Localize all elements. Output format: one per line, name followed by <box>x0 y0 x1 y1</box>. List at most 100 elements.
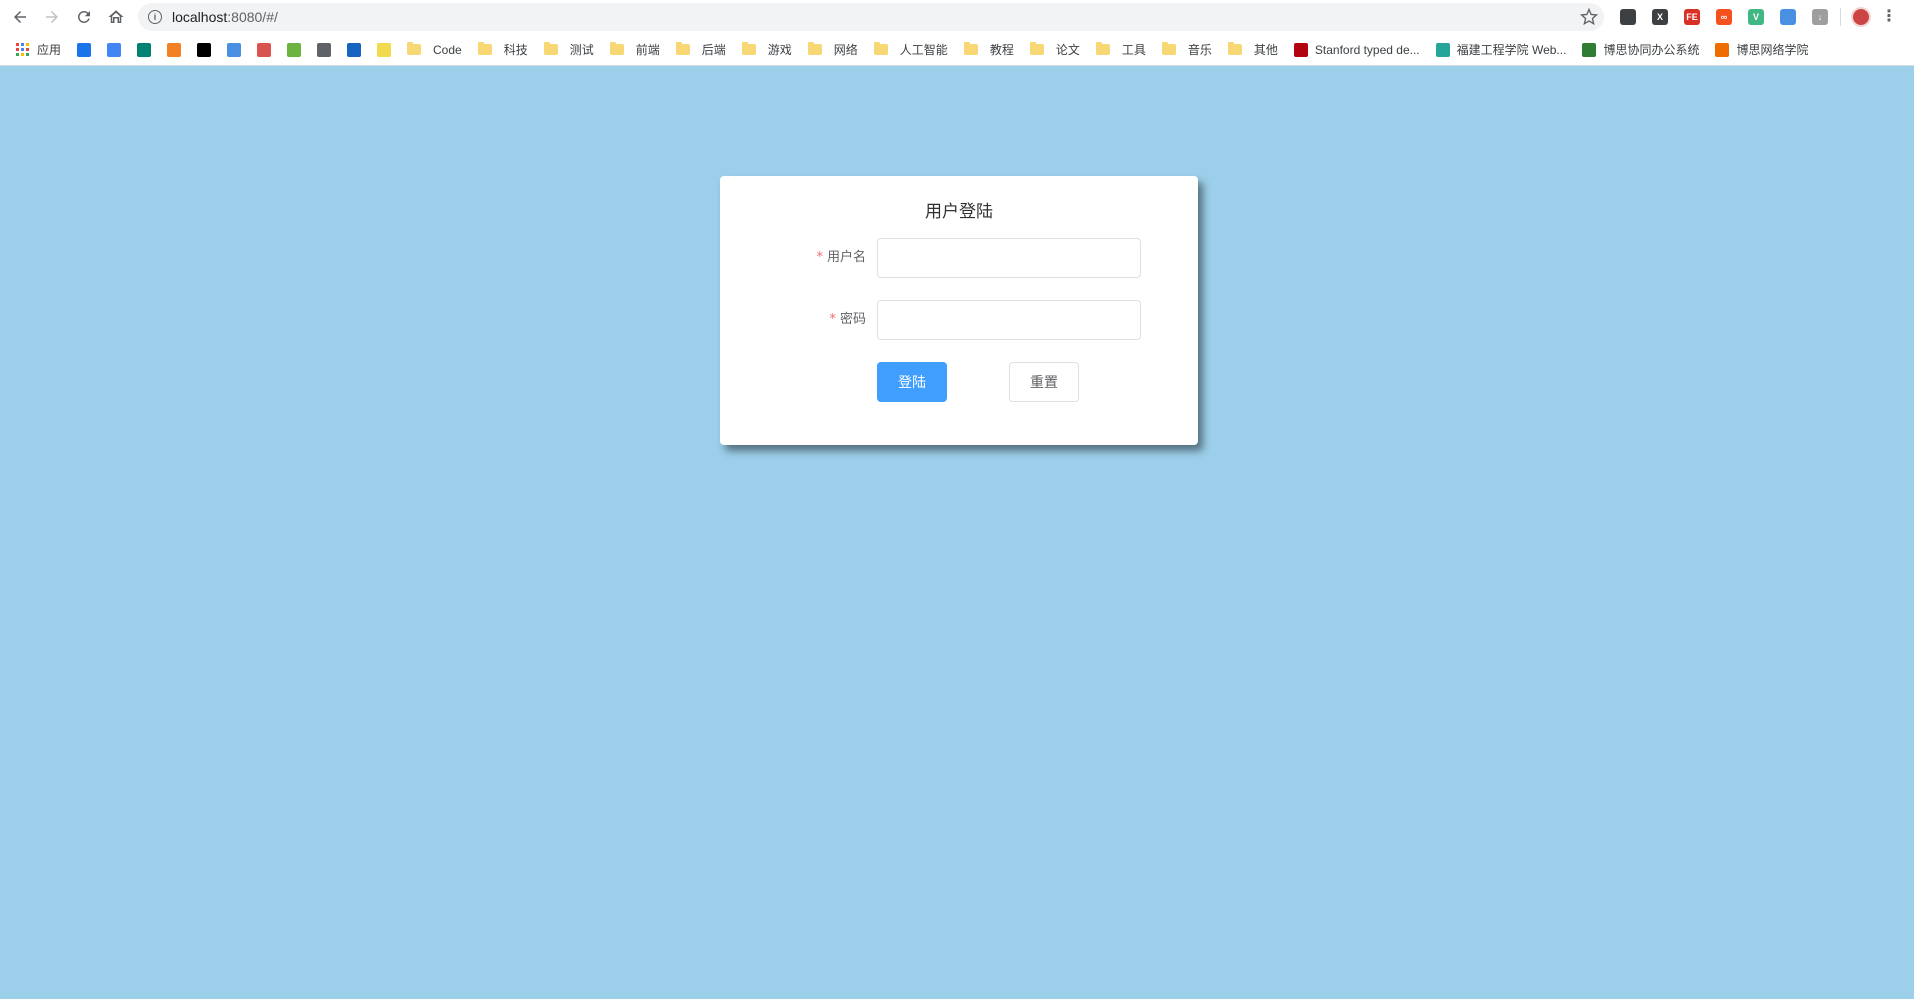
folder-icon <box>807 42 822 55</box>
username-form-item: * 用户名 <box>720 238 1198 278</box>
ext-x-icon[interactable]: X <box>1652 9 1668 25</box>
bookmark-label: 游戏 <box>767 43 792 57</box>
es-icon <box>377 42 392 57</box>
bookmark-folder[interactable]: 前端 <box>604 38 666 62</box>
bookmark-apps[interactable]: 应用 <box>10 38 67 62</box>
mortarboard-icon <box>227 42 242 57</box>
bookmark-link[interactable]: Stanford typed de... <box>1288 38 1426 62</box>
bookmark-label: 音乐 <box>1187 43 1212 57</box>
runner-icon <box>257 42 272 57</box>
username-label: * 用户名 <box>816 238 866 278</box>
bookmark-folder[interactable]: 科技 <box>472 38 534 62</box>
bookmark-folder[interactable]: 其他 <box>1222 38 1284 62</box>
info-icon[interactable]: i <box>148 10 162 24</box>
stackoverflow-icon <box>167 42 182 57</box>
forward-button[interactable] <box>38 3 66 31</box>
bookmark-link[interactable]: 福建工程学院 Web... <box>1430 38 1573 62</box>
bookmark-label: 福建工程学院 Web... <box>1456 43 1567 57</box>
folder-icon <box>1095 42 1110 55</box>
bookmark-icon-item[interactable] <box>251 38 277 62</box>
folder-icon <box>1029 42 1044 55</box>
password-label: * 密码 <box>829 300 866 340</box>
bookmark-icon-item[interactable] <box>341 38 367 62</box>
username-input[interactable] <box>877 238 1141 278</box>
bookmark-label: Code <box>433 42 462 57</box>
bookmark-icon-item[interactable] <box>281 38 307 62</box>
browser-toolbar: i localhost:8080/#/ X FE ∞ V ↓ ⋮ <box>0 0 1914 34</box>
bookmark-icon-item[interactable] <box>371 38 397 62</box>
ext-download-icon[interactable]: ↓ <box>1812 9 1828 25</box>
swirl-icon <box>1715 42 1730 57</box>
bookmark-folder[interactable]: 网络 <box>802 38 864 62</box>
bookmark-folder[interactable]: 工具 <box>1090 38 1152 62</box>
ext-cap-icon[interactable] <box>1780 9 1796 25</box>
on-icon <box>347 42 362 57</box>
arrow-right-icon <box>46 11 58 23</box>
folder-icon <box>741 42 756 55</box>
bookmark-label: 网络 <box>833 43 858 57</box>
bookmark-label: 科技 <box>503 43 528 57</box>
folder-icon <box>1227 42 1242 55</box>
reload-icon <box>77 10 90 23</box>
bookmark-icon-item[interactable] <box>191 38 217 62</box>
folder-icon <box>675 42 690 55</box>
login-button[interactable]: 登陆 <box>877 362 947 402</box>
bookmark-folder[interactable]: 测试 <box>538 38 600 62</box>
google-icon <box>107 42 122 57</box>
bookmarks-bar: 应用 Code 科技 测试 前端 后端 游戏 网络 人工智能 教程 论文 工具 音乐 其他 Stanford… <box>0 34 1914 66</box>
address-bar[interactable]: i localhost:8080/#/ <box>138 3 1604 31</box>
bookmark-folder[interactable]: 音乐 <box>1156 38 1218 62</box>
bookmark-star-icon[interactable] <box>1580 8 1598 26</box>
required-mark: * <box>829 312 836 327</box>
password-form-item: * 密码 <box>720 300 1198 340</box>
bookmark-label: 后端 <box>701 43 726 57</box>
bookmark-icon-item[interactable] <box>161 38 187 62</box>
bookmark-folder[interactable]: 教程 <box>958 38 1020 62</box>
login-title: 用户登陆 <box>925 202 993 222</box>
bookmark-label: 论文 <box>1055 43 1080 57</box>
bookmark-folder[interactable]: 后端 <box>670 38 732 62</box>
ext-vue-icon[interactable]: V <box>1748 9 1764 25</box>
bookmark-folder[interactable]: Code <box>401 38 468 62</box>
more-menu-icon[interactable]: ⋮ <box>1881 9 1897 25</box>
password-input[interactable] <box>877 300 1141 340</box>
ext-fe-icon[interactable]: FE <box>1684 9 1700 25</box>
bookmark-link[interactable]: 博思协同办公系统 <box>1576 38 1705 62</box>
folder-icon <box>543 42 558 55</box>
bookmark-folder[interactable]: 游戏 <box>736 38 798 62</box>
login-card: 用户登陆 * 用户名 * 密码 登陆 重置 <box>720 176 1198 445</box>
bookmark-label: 其他 <box>1253 43 1278 57</box>
reload-button[interactable] <box>70 3 98 31</box>
bookmark-folder[interactable]: 论文 <box>1024 38 1086 62</box>
bookmark-label: 应用 <box>37 43 62 57</box>
folder-outline-icon <box>317 42 332 57</box>
reset-button[interactable]: 重置 <box>1009 362 1079 402</box>
bookmark-folder[interactable]: 人工智能 <box>868 38 954 62</box>
bookmark-icon-item[interactable] <box>71 38 97 62</box>
username-label-text: 用户名 <box>826 250 866 265</box>
puzzle-icon <box>77 42 92 57</box>
profile-avatar[interactable] <box>1851 7 1871 27</box>
bookmark-label: 测试 <box>569 43 594 57</box>
bookmark-label: 前端 <box>635 43 660 57</box>
home-button[interactable] <box>102 3 130 31</box>
ext-cloud-icon[interactable] <box>1620 9 1636 25</box>
extensions-area: X FE ∞ V ↓ ⋮ <box>1612 5 1897 29</box>
gear-icon <box>1582 42 1597 57</box>
bookmark-link[interactable]: 博思网络学院 <box>1709 38 1814 62</box>
lock-icon <box>1435 42 1450 57</box>
bookmark-icon-item[interactable] <box>221 38 247 62</box>
bing-icon <box>137 42 152 57</box>
bookmark-label: 教程 <box>989 43 1014 57</box>
bookmark-icon-item[interactable] <box>101 38 127 62</box>
folder-icon <box>477 42 492 55</box>
arrow-left-icon <box>14 11 26 23</box>
back-button[interactable] <box>6 3 34 31</box>
bookmark-icon-item[interactable] <box>311 38 337 62</box>
folder-icon <box>407 42 422 55</box>
bookmark-label: 工具 <box>1121 43 1146 57</box>
ext-cc-icon[interactable]: ∞ <box>1716 9 1732 25</box>
url-host: localhost <box>172 9 228 25</box>
url-path: :8080/#/ <box>227 9 278 25</box>
bookmark-icon-item[interactable] <box>131 38 157 62</box>
